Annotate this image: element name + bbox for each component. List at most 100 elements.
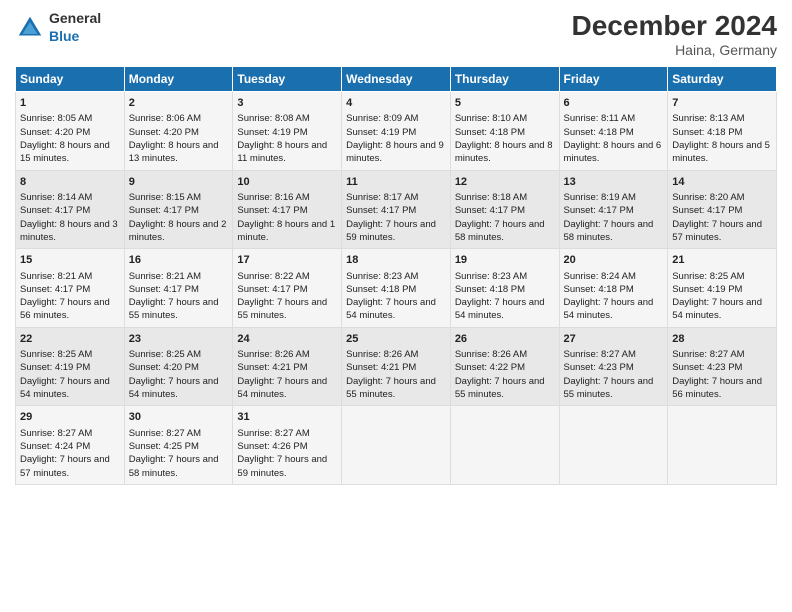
day-number: 21 bbox=[672, 253, 772, 268]
sunset-text: Sunset: 4:18 PM bbox=[564, 284, 634, 295]
table-row bbox=[668, 406, 777, 485]
sunset-text: Sunset: 4:20 PM bbox=[129, 127, 199, 138]
daylight-text: Daylight: 7 hours and 54 minutes. bbox=[455, 297, 545, 321]
day-number: 2 bbox=[129, 96, 229, 111]
day-number: 6 bbox=[564, 96, 664, 111]
daylight-text: Daylight: 7 hours and 55 minutes. bbox=[564, 376, 654, 400]
sunrise-text: Sunrise: 8:09 AM bbox=[346, 113, 418, 124]
daylight-text: Daylight: 7 hours and 58 minutes. bbox=[129, 454, 219, 478]
table-row: 4 Sunrise: 8:09 AM Sunset: 4:19 PM Dayli… bbox=[342, 92, 451, 171]
logo-text: General Blue bbox=[49, 10, 101, 46]
daylight-text: Daylight: 7 hours and 54 minutes. bbox=[129, 376, 219, 400]
table-row: 27 Sunrise: 8:27 AM Sunset: 4:23 PM Dayl… bbox=[559, 327, 668, 406]
table-row: 5 Sunrise: 8:10 AM Sunset: 4:18 PM Dayli… bbox=[450, 92, 559, 171]
table-row: 19 Sunrise: 8:23 AM Sunset: 4:18 PM Dayl… bbox=[450, 249, 559, 328]
daylight-text: Daylight: 8 hours and 1 minute. bbox=[237, 219, 335, 243]
sunset-text: Sunset: 4:17 PM bbox=[237, 284, 307, 295]
table-row: 16 Sunrise: 8:21 AM Sunset: 4:17 PM Dayl… bbox=[124, 249, 233, 328]
day-number: 13 bbox=[564, 175, 664, 190]
table-row: 2 Sunrise: 8:06 AM Sunset: 4:20 PM Dayli… bbox=[124, 92, 233, 171]
sunrise-text: Sunrise: 8:25 AM bbox=[129, 349, 201, 360]
daylight-text: Daylight: 7 hours and 56 minutes. bbox=[672, 376, 762, 400]
sunset-text: Sunset: 4:17 PM bbox=[564, 205, 634, 216]
table-row: 21 Sunrise: 8:25 AM Sunset: 4:19 PM Dayl… bbox=[668, 249, 777, 328]
col-sunday: Sunday bbox=[16, 67, 125, 92]
day-number: 28 bbox=[672, 332, 772, 347]
table-row bbox=[559, 406, 668, 485]
calendar-header-row: Sunday Monday Tuesday Wednesday Thursday… bbox=[16, 67, 777, 92]
logo-icon bbox=[15, 13, 45, 43]
daylight-text: Daylight: 7 hours and 59 minutes. bbox=[346, 219, 436, 243]
day-number: 31 bbox=[237, 410, 337, 425]
sunrise-text: Sunrise: 8:23 AM bbox=[346, 271, 418, 282]
day-number: 20 bbox=[564, 253, 664, 268]
table-row: 14 Sunrise: 8:20 AM Sunset: 4:17 PM Dayl… bbox=[668, 170, 777, 249]
page-title: December 2024 bbox=[572, 10, 777, 42]
table-row: 11 Sunrise: 8:17 AM Sunset: 4:17 PM Dayl… bbox=[342, 170, 451, 249]
day-number: 14 bbox=[672, 175, 772, 190]
sunrise-text: Sunrise: 8:17 AM bbox=[346, 192, 418, 203]
table-row: 25 Sunrise: 8:26 AM Sunset: 4:21 PM Dayl… bbox=[342, 327, 451, 406]
day-number: 29 bbox=[20, 410, 120, 425]
table-row: 8 Sunrise: 8:14 AM Sunset: 4:17 PM Dayli… bbox=[16, 170, 125, 249]
sunrise-text: Sunrise: 8:21 AM bbox=[129, 271, 201, 282]
col-monday: Monday bbox=[124, 67, 233, 92]
sunset-text: Sunset: 4:22 PM bbox=[455, 362, 525, 373]
logo: General Blue bbox=[15, 10, 101, 46]
day-number: 9 bbox=[129, 175, 229, 190]
sunset-text: Sunset: 4:17 PM bbox=[237, 205, 307, 216]
daylight-text: Daylight: 7 hours and 55 minutes. bbox=[129, 297, 219, 321]
sunrise-text: Sunrise: 8:20 AM bbox=[672, 192, 744, 203]
sunset-text: Sunset: 4:21 PM bbox=[237, 362, 307, 373]
sunset-text: Sunset: 4:20 PM bbox=[129, 362, 199, 373]
sunrise-text: Sunrise: 8:25 AM bbox=[672, 271, 744, 282]
sunrise-text: Sunrise: 8:13 AM bbox=[672, 113, 744, 124]
daylight-text: Daylight: 7 hours and 54 minutes. bbox=[20, 376, 110, 400]
col-saturday: Saturday bbox=[668, 67, 777, 92]
sunset-text: Sunset: 4:19 PM bbox=[237, 127, 307, 138]
day-number: 19 bbox=[455, 253, 555, 268]
day-number: 10 bbox=[237, 175, 337, 190]
sunrise-text: Sunrise: 8:16 AM bbox=[237, 192, 309, 203]
page-header: General Blue December 2024 Haina, German… bbox=[15, 10, 777, 58]
sunset-text: Sunset: 4:19 PM bbox=[20, 362, 90, 373]
table-row: 30 Sunrise: 8:27 AM Sunset: 4:25 PM Dayl… bbox=[124, 406, 233, 485]
day-number: 12 bbox=[455, 175, 555, 190]
sunset-text: Sunset: 4:17 PM bbox=[129, 284, 199, 295]
daylight-text: Daylight: 8 hours and 2 minutes. bbox=[129, 219, 227, 243]
calendar-week-row: 22 Sunrise: 8:25 AM Sunset: 4:19 PM Dayl… bbox=[16, 327, 777, 406]
day-number: 22 bbox=[20, 332, 120, 347]
table-row: 17 Sunrise: 8:22 AM Sunset: 4:17 PM Dayl… bbox=[233, 249, 342, 328]
daylight-text: Daylight: 8 hours and 13 minutes. bbox=[129, 140, 219, 164]
sunrise-text: Sunrise: 8:25 AM bbox=[20, 349, 92, 360]
day-number: 27 bbox=[564, 332, 664, 347]
logo-general: General bbox=[49, 10, 101, 26]
sunset-text: Sunset: 4:17 PM bbox=[455, 205, 525, 216]
day-number: 11 bbox=[346, 175, 446, 190]
sunset-text: Sunset: 4:18 PM bbox=[455, 127, 525, 138]
daylight-text: Daylight: 8 hours and 3 minutes. bbox=[20, 219, 118, 243]
table-row: 12 Sunrise: 8:18 AM Sunset: 4:17 PM Dayl… bbox=[450, 170, 559, 249]
sunrise-text: Sunrise: 8:27 AM bbox=[20, 428, 92, 439]
table-row: 22 Sunrise: 8:25 AM Sunset: 4:19 PM Dayl… bbox=[16, 327, 125, 406]
sunset-text: Sunset: 4:17 PM bbox=[20, 205, 90, 216]
sunset-text: Sunset: 4:18 PM bbox=[346, 284, 416, 295]
sunrise-text: Sunrise: 8:15 AM bbox=[129, 192, 201, 203]
table-row: 6 Sunrise: 8:11 AM Sunset: 4:18 PM Dayli… bbox=[559, 92, 668, 171]
table-row: 7 Sunrise: 8:13 AM Sunset: 4:18 PM Dayli… bbox=[668, 92, 777, 171]
sunset-text: Sunset: 4:24 PM bbox=[20, 441, 90, 452]
sunrise-text: Sunrise: 8:26 AM bbox=[346, 349, 418, 360]
table-row: 1 Sunrise: 8:05 AM Sunset: 4:20 PM Dayli… bbox=[16, 92, 125, 171]
calendar-week-row: 8 Sunrise: 8:14 AM Sunset: 4:17 PM Dayli… bbox=[16, 170, 777, 249]
sunrise-text: Sunrise: 8:06 AM bbox=[129, 113, 201, 124]
day-number: 17 bbox=[237, 253, 337, 268]
table-row: 20 Sunrise: 8:24 AM Sunset: 4:18 PM Dayl… bbox=[559, 249, 668, 328]
daylight-text: Daylight: 8 hours and 11 minutes. bbox=[237, 140, 327, 164]
page-subtitle: Haina, Germany bbox=[572, 42, 777, 58]
daylight-text: Daylight: 8 hours and 8 minutes. bbox=[455, 140, 553, 164]
sunrise-text: Sunrise: 8:27 AM bbox=[237, 428, 309, 439]
sunrise-text: Sunrise: 8:19 AM bbox=[564, 192, 636, 203]
table-row: 13 Sunrise: 8:19 AM Sunset: 4:17 PM Dayl… bbox=[559, 170, 668, 249]
sunset-text: Sunset: 4:19 PM bbox=[346, 127, 416, 138]
sunset-text: Sunset: 4:17 PM bbox=[129, 205, 199, 216]
